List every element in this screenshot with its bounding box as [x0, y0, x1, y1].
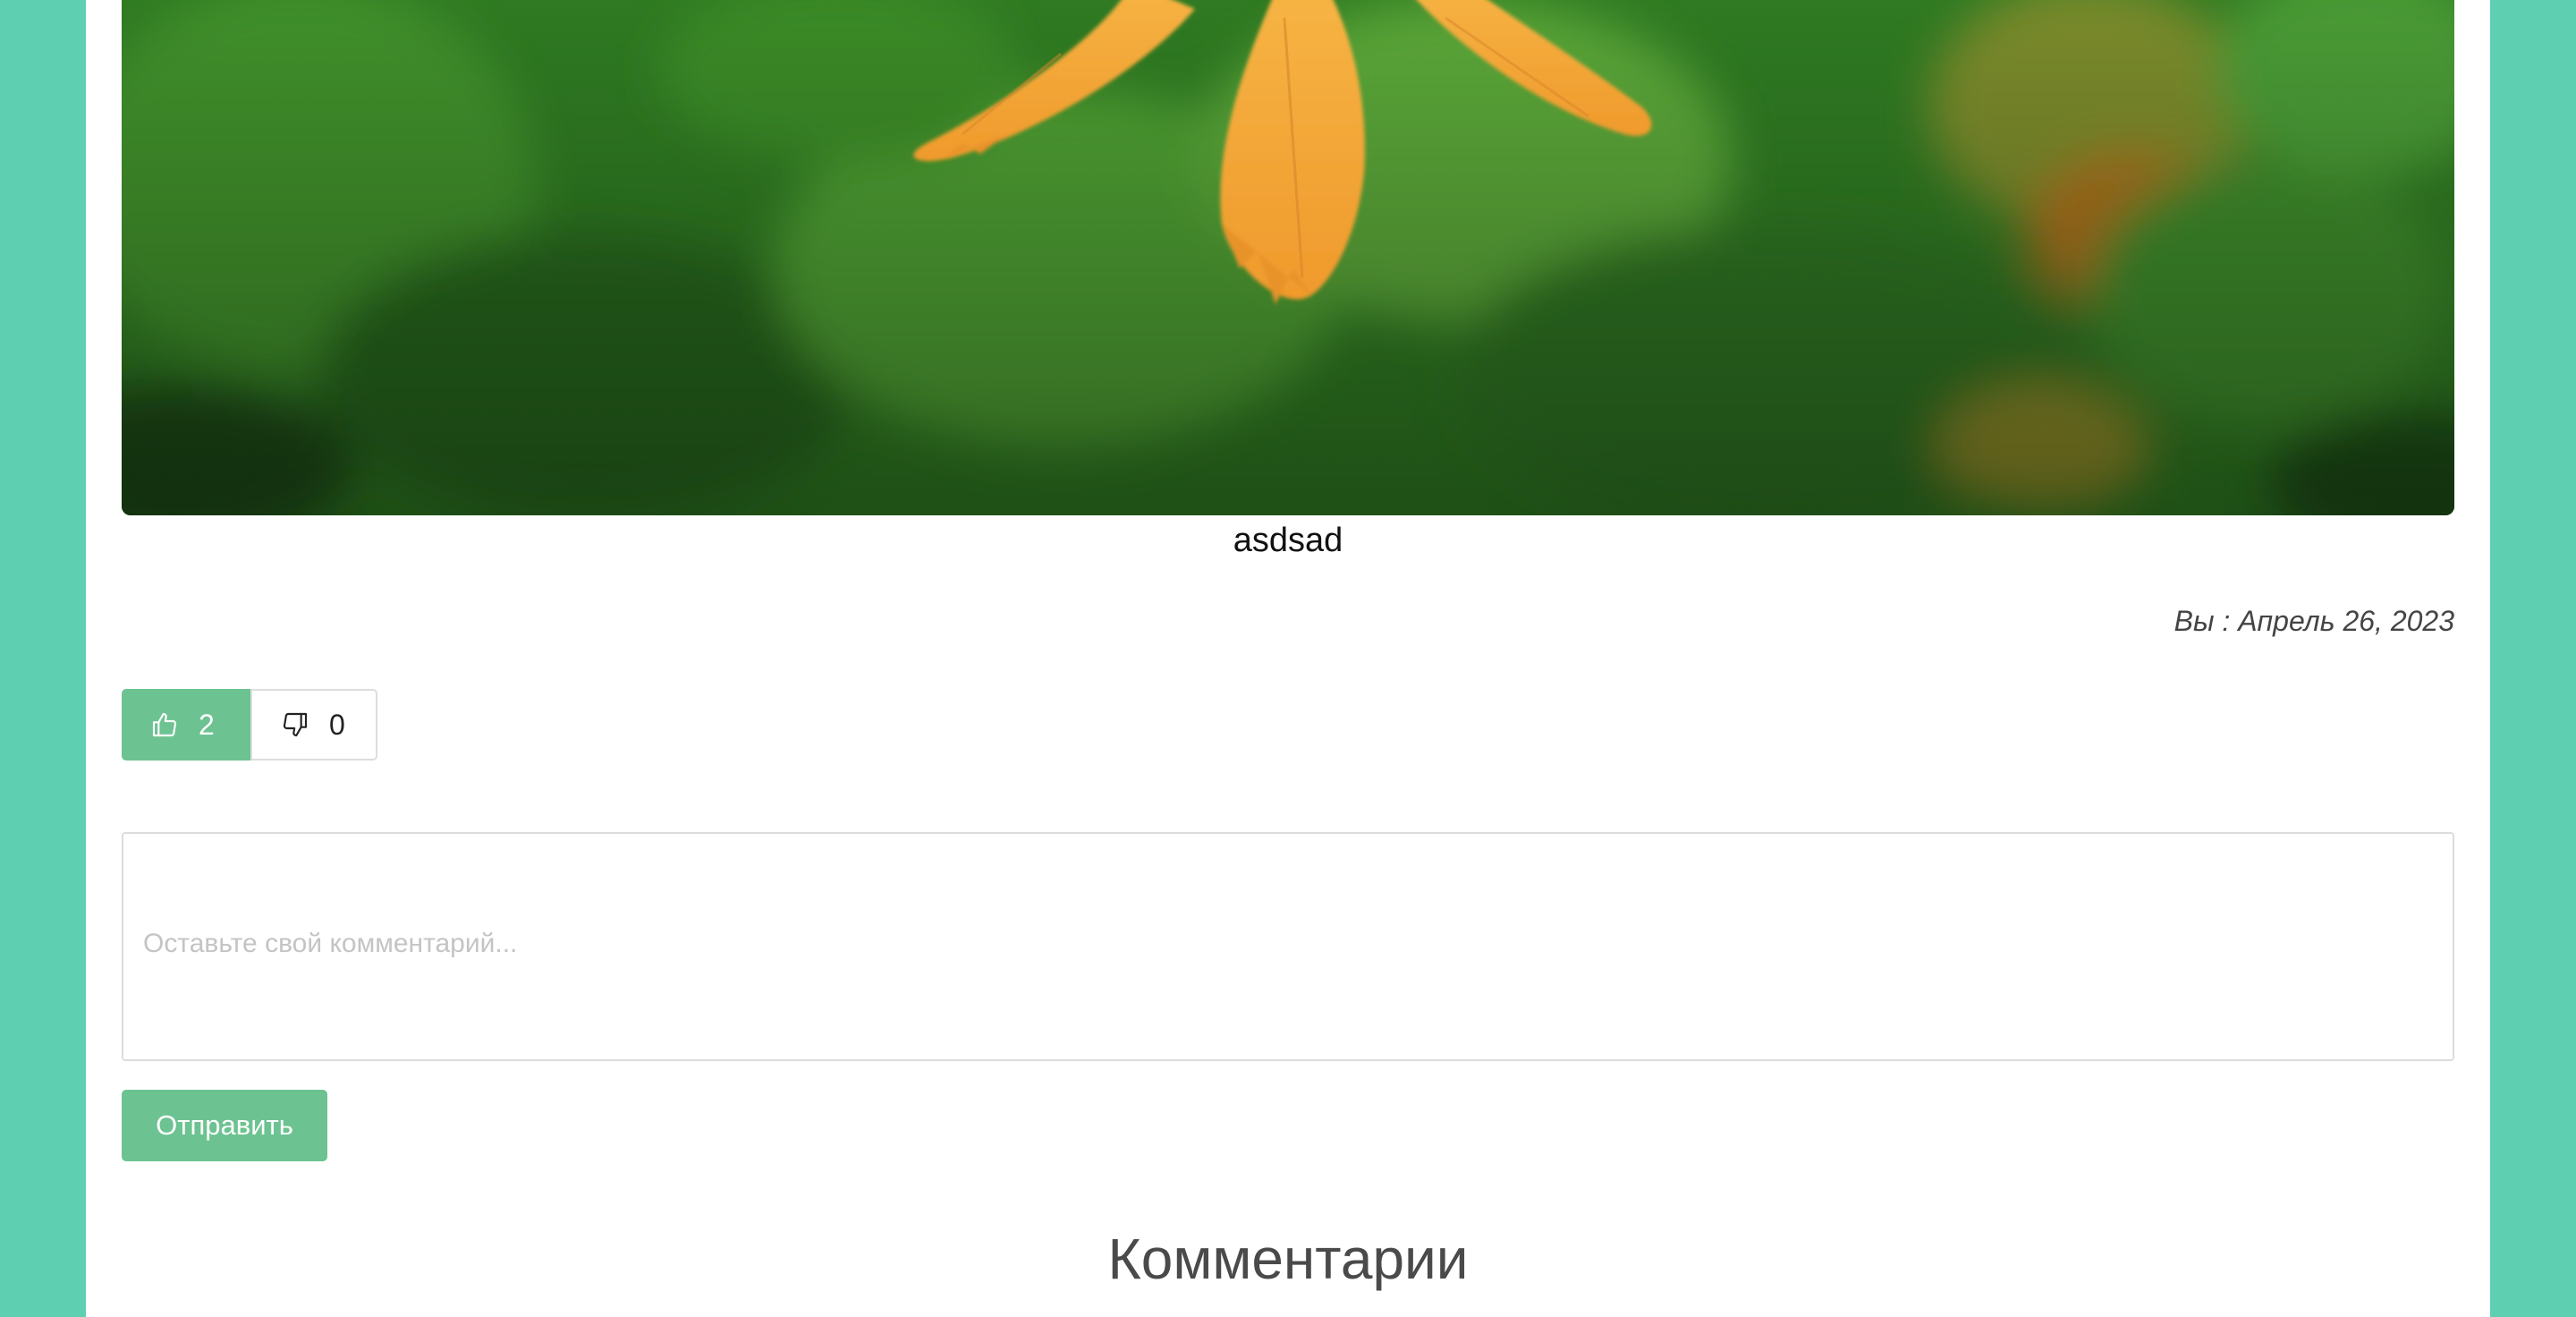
vote-group: 2 0 — [122, 689, 377, 760]
submit-comment-button[interactable]: Отправить — [122, 1090, 327, 1161]
page-container: asdsad Вы : Апрель 26, 2023 2 0 Оставьте… — [86, 0, 2490, 1317]
like-count: 2 — [199, 708, 215, 741]
thumbs-up-icon — [150, 710, 179, 739]
post-author-date: Вы : Апрель 26, 2023 — [2174, 605, 2454, 637]
thumbs-down-icon — [281, 710, 309, 739]
post-image — [122, 0, 2454, 515]
post-caption: asdsad — [1233, 522, 1343, 559]
dislike-count: 0 — [329, 708, 345, 741]
comment-input[interactable] — [122, 832, 2454, 1061]
like-button[interactable]: 2 — [122, 689, 250, 760]
dislike-button[interactable]: 0 — [250, 689, 377, 760]
post-content: asdsad Вы : Апрель 26, 2023 2 0 Оставьте… — [122, 0, 2454, 1317]
comments-heading: Комментарии — [1107, 1227, 1469, 1291]
